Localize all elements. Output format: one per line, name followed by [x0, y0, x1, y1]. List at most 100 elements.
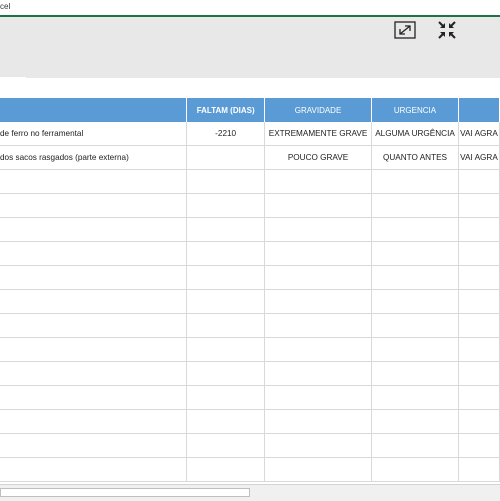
cell-gravidade[interactable] [264, 313, 373, 338]
cell-description[interactable] [0, 241, 188, 266]
cell-faltam-dias[interactable] [186, 169, 266, 194]
cell-next[interactable] [458, 361, 500, 386]
cell-description[interactable] [0, 193, 188, 218]
cell-urgencia[interactable] [371, 217, 459, 242]
horizontal-scrollbar[interactable] [0, 484, 500, 501]
cell-gravidade[interactable] [264, 433, 373, 458]
cell-gravidade[interactable] [264, 241, 373, 266]
cell-urgencia[interactable] [371, 409, 459, 434]
cell-next[interactable] [458, 385, 500, 410]
cell-faltam-dias[interactable]: -2210 [186, 122, 266, 146]
table-row [0, 313, 500, 338]
cell-faltam-dias[interactable] [186, 145, 266, 170]
table-row: de ferro no ferramental -2210 EXTREMAMENTE… [0, 122, 500, 146]
window-title: cel [0, 2, 11, 11]
cell-next[interactable] [458, 409, 500, 434]
cell-faltam-dias[interactable] [186, 289, 266, 314]
table-row [0, 457, 500, 482]
cell-next[interactable] [458, 169, 500, 194]
cell-gravidade[interactable] [264, 169, 373, 194]
cell-next[interactable] [458, 289, 500, 314]
cell-faltam-dias[interactable] [186, 217, 266, 242]
cell-urgencia[interactable] [371, 385, 459, 410]
cell-next[interactable] [458, 337, 500, 362]
cell-next[interactable] [458, 241, 500, 266]
cell-gravidade[interactable]: POUCO GRAVE [264, 145, 373, 170]
cell-next[interactable] [458, 217, 500, 242]
table-row [0, 289, 500, 314]
cell-description[interactable] [0, 361, 188, 386]
cell-urgencia[interactable] [371, 433, 459, 458]
cell-next[interactable] [458, 313, 500, 338]
cell-faltam-dias[interactable] [186, 433, 266, 458]
cell-faltam-dias[interactable] [186, 361, 266, 386]
cell-urgencia[interactable] [371, 265, 459, 290]
cell-gravidade[interactable] [264, 337, 373, 362]
cell-gravidade[interactable] [264, 193, 373, 218]
cell-urgencia[interactable] [371, 337, 459, 362]
cell-faltam-dias[interactable] [186, 385, 266, 410]
cell-gravidade[interactable] [264, 409, 373, 434]
table-row [0, 193, 500, 218]
data-table: FALTAM (DIAS) GRAVIDADE URGENCIA de ferr… [0, 98, 500, 482]
spreadsheet-area[interactable]: FALTAM (DIAS) GRAVIDADE URGENCIA de ferr… [0, 98, 500, 483]
cell-description[interactable] [0, 409, 188, 434]
cell-next[interactable] [458, 193, 500, 218]
cell-urgencia[interactable] [371, 313, 459, 338]
cell-next[interactable]: VAI AGRA [458, 145, 500, 170]
cell-faltam-dias[interactable] [186, 313, 266, 338]
cell-faltam-dias[interactable] [186, 193, 266, 218]
cell-faltam-dias[interactable] [186, 265, 266, 290]
cell-urgencia[interactable] [371, 289, 459, 314]
cell-gravidade[interactable] [264, 265, 373, 290]
cell-description[interactable] [0, 169, 188, 194]
table-row: dos sacos rasgados (parte externa) POUCO … [0, 145, 500, 170]
table-row [0, 169, 500, 194]
cell-description[interactable]: dos sacos rasgados (parte externa) [0, 145, 188, 170]
cell-gravidade[interactable] [264, 217, 373, 242]
header-row: FALTAM (DIAS) GRAVIDADE URGENCIA [0, 98, 500, 122]
cell-faltam-dias[interactable] [186, 457, 266, 482]
header-gravidade[interactable]: GRAVIDADE [264, 98, 373, 122]
cell-description[interactable] [0, 457, 188, 482]
cell-description[interactable] [0, 289, 188, 314]
cell-urgencia[interactable]: QUANTO ANTES [371, 145, 459, 170]
cell-gravidade[interactable] [264, 361, 373, 386]
cell-next[interactable] [458, 265, 500, 290]
cell-description[interactable] [0, 337, 188, 362]
cell-urgencia[interactable] [371, 241, 459, 266]
cell-description[interactable] [0, 313, 188, 338]
cell-gravidade[interactable] [264, 457, 373, 482]
cell-description[interactable] [0, 385, 188, 410]
table-row [0, 385, 500, 410]
table-row [0, 409, 500, 434]
cell-urgencia[interactable] [371, 457, 459, 482]
header-urgencia[interactable]: URGENCIA [371, 98, 459, 122]
cell-next[interactable]: VAI AGRA [458, 122, 500, 146]
cell-next[interactable] [458, 433, 500, 458]
cell-gravidade[interactable] [264, 289, 373, 314]
cell-description[interactable] [0, 433, 188, 458]
header-description[interactable] [0, 98, 188, 122]
cell-next[interactable] [458, 457, 500, 482]
cell-urgencia[interactable] [371, 193, 459, 218]
cell-urgencia[interactable]: ALGUMA URGÊNCIA [371, 122, 459, 146]
cell-faltam-dias[interactable] [186, 337, 266, 362]
scrollbar-thumb[interactable] [0, 488, 250, 497]
cell-faltam-dias[interactable] [186, 409, 266, 434]
cell-gravidade[interactable] [264, 385, 373, 410]
cell-description[interactable] [0, 265, 188, 290]
active-tab-strip[interactable] [0, 77, 26, 95]
cell-description[interactable] [0, 217, 188, 242]
compress-icon[interactable] [436, 19, 458, 41]
table-row [0, 361, 500, 386]
cell-gravidade[interactable]: EXTREMAMENTE GRAVE [264, 122, 373, 146]
header-faltam-dias[interactable]: FALTAM (DIAS) [186, 98, 266, 122]
header-next[interactable] [458, 98, 500, 122]
table-row [0, 241, 500, 266]
cell-urgencia[interactable] [371, 169, 459, 194]
expand-icon[interactable] [394, 19, 416, 41]
cell-faltam-dias[interactable] [186, 241, 266, 266]
cell-urgencia[interactable] [371, 361, 459, 386]
cell-description[interactable]: de ferro no ferramental [0, 122, 188, 146]
